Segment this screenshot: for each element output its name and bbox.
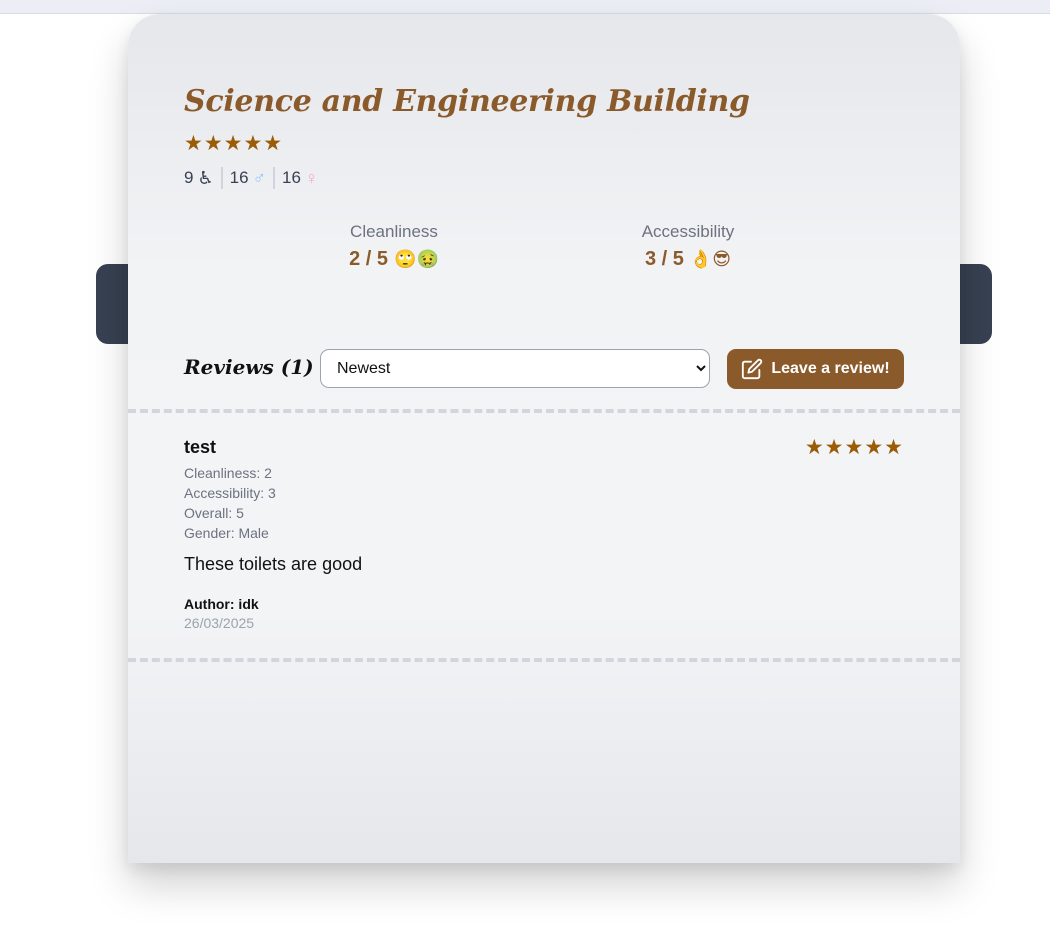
review-date: 26/03/2025: [184, 615, 255, 631]
accessible-count: 9 ♿: [184, 168, 214, 189]
review-cleanliness: Cleanliness: 2: [184, 465, 272, 481]
divider: [273, 167, 276, 189]
toilet-counts: 9 ♿ 16 ♂ 16 ♀: [184, 166, 318, 190]
leave-review-label: Leave a review!: [771, 360, 890, 377]
accessibility-stat: Accessibility 3 / 5 👌😎: [588, 222, 788, 271]
cleanliness-value: 2 / 5: [349, 248, 389, 270]
male-count-value: 16: [229, 168, 249, 187]
cleanliness-value-row: 2 / 5 🙄🤢: [294, 248, 494, 271]
female-icon: ♀: [304, 167, 319, 188]
review-overall: Overall: 5: [184, 505, 244, 521]
building-rating-stars: ★★★★★: [184, 132, 284, 155]
review-accessibility: Accessibility: 3: [184, 485, 276, 501]
browser-top-bar: [0, 0, 1050, 14]
edit-icon: [742, 358, 763, 380]
accessibility-emoji-icon: 👌😎: [689, 249, 732, 269]
cleanliness-label: Cleanliness: [350, 222, 438, 241]
review-rating-stars: ★★★★★: [804, 436, 904, 459]
accessibility-value-row: 3 / 5 👌😎: [588, 248, 788, 271]
cleanliness-stat: Cleanliness 2 / 5 🙄🤢: [294, 222, 494, 271]
cleanliness-emoji-icon: 🙄🤢: [394, 249, 439, 269]
review-author: Author: idk: [184, 596, 259, 612]
review-item: test ★★★★★ Cleanliness: 2 Accessibility:…: [184, 436, 904, 631]
male-icon: ♂: [252, 167, 267, 188]
review-title: test: [184, 437, 217, 457]
accessibility-value: 3 / 5: [644, 248, 684, 270]
review-divider-bottom: [128, 658, 960, 662]
male-count: 16 ♂: [230, 168, 266, 189]
sort-select[interactable]: Newest: [320, 349, 710, 388]
female-count-value: 16: [282, 168, 301, 187]
leave-review-button[interactable]: Leave a review!: [727, 349, 904, 389]
review-gender: Gender: Male: [184, 525, 269, 541]
building-card: Science and Engineering Building ★★★★★ 9…: [128, 14, 960, 863]
building-title: Science and Engineering Building: [184, 84, 750, 119]
female-count: 16 ♀: [282, 168, 318, 189]
wheelchair-icon: ♿: [197, 167, 214, 188]
divider: [220, 167, 223, 189]
review-divider-top: [128, 409, 960, 413]
accessible-count-value: 9: [184, 168, 194, 187]
accessibility-label: Accessibility: [641, 222, 735, 241]
reviews-heading: Reviews (1): [184, 355, 314, 379]
review-text: These toilets are good: [184, 554, 363, 574]
